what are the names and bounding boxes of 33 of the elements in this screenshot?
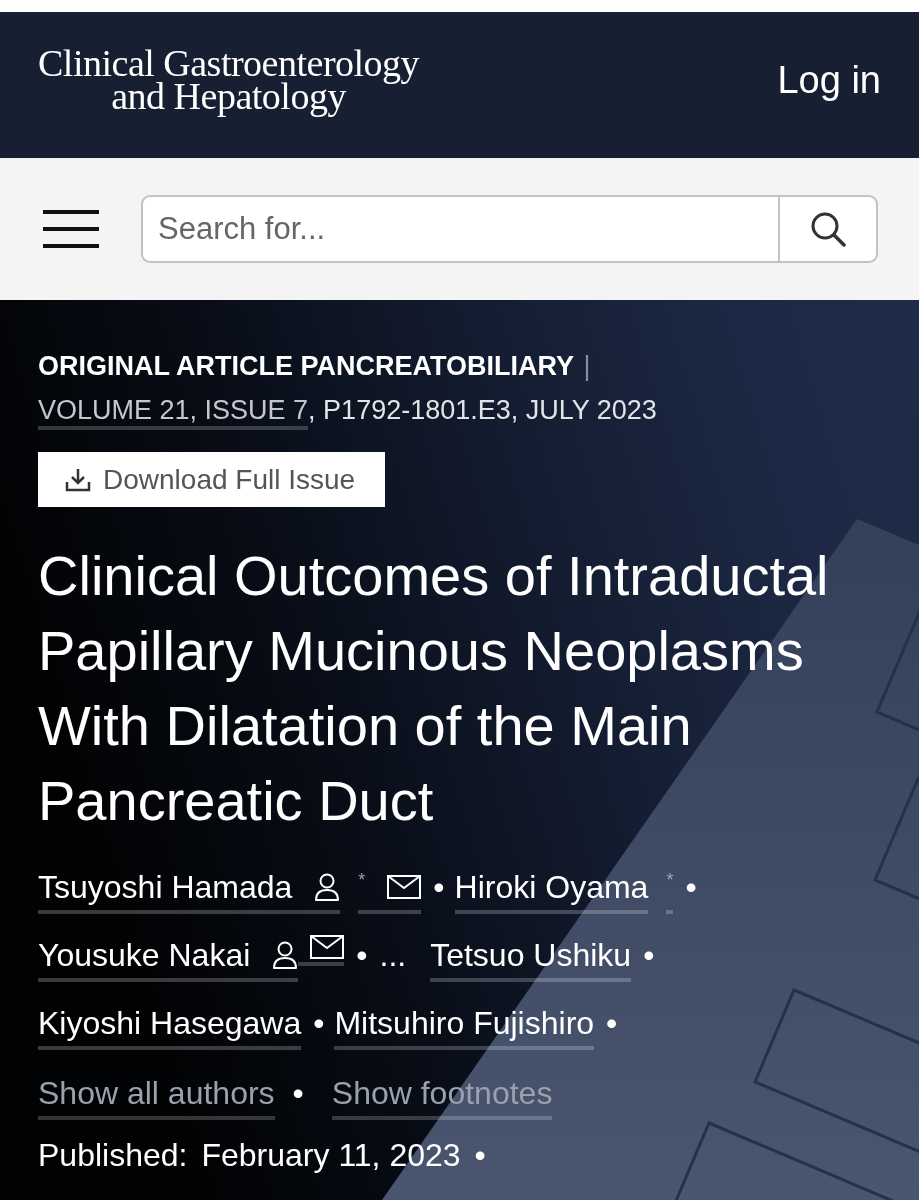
article-type-label: ORIGINAL ARTICLE PANCREATOBILIARY: [38, 351, 574, 381]
article-title: Clinical Outcomes of Intraductal Papillary Mucinous Neoplasms With Dilatation of the Main Pancreatic Duct: [38, 543, 830, 834]
bullet-separator: •: [433, 868, 445, 907]
author-link[interactable]: Tsuyoshi Hamada: [38, 867, 341, 914]
bullet-separator: •: [474, 1136, 486, 1175]
published-label: Published:: [38, 1136, 188, 1175]
author-link[interactable]: Kiyoshi Hasegawa: [38, 1003, 302, 1050]
bullet-separator: •: [356, 936, 368, 975]
bullet-separator: •: [292, 1074, 304, 1113]
issue-details: , P1792-1801.E3, JULY 2023: [308, 395, 657, 425]
download-button[interactable]: Download Full Issue: [38, 452, 386, 507]
bullet-separator: •: [606, 1004, 618, 1043]
email-link[interactable]: [298, 935, 345, 966]
published-date: February 11, 2023: [201, 1136, 461, 1175]
author-link[interactable]: Tetsuo Ushiku: [430, 935, 632, 982]
bullet-separator: •: [685, 868, 697, 907]
author-link[interactable]: Yousuke Nakai: [38, 935, 299, 982]
login-link[interactable]: Log in: [777, 58, 881, 102]
separator-text: |: [583, 351, 591, 381]
menu-button[interactable]: [43, 210, 99, 248]
search-button[interactable]: [778, 195, 878, 263]
download-icon: [65, 467, 91, 492]
show-all-authors-link[interactable]: Show all authors: [38, 1073, 275, 1120]
author-link[interactable]: Mitsuhiro Fujishiro: [334, 1003, 595, 1050]
search-icon: [810, 211, 846, 247]
footnote-link[interactable]: *: [358, 867, 422, 914]
menu-icon: [43, 210, 99, 248]
issue-link[interactable]: VOLUME 21, ISSUE 7: [38, 395, 309, 430]
ellipsis-text: ...: [379, 936, 407, 975]
search-field[interactable]: Search for...: [141, 195, 778, 263]
author-link[interactable]: Hiroki Oyama: [454, 867, 649, 914]
bullet-separator: •: [313, 1004, 325, 1043]
bullet-separator: •: [643, 936, 655, 975]
